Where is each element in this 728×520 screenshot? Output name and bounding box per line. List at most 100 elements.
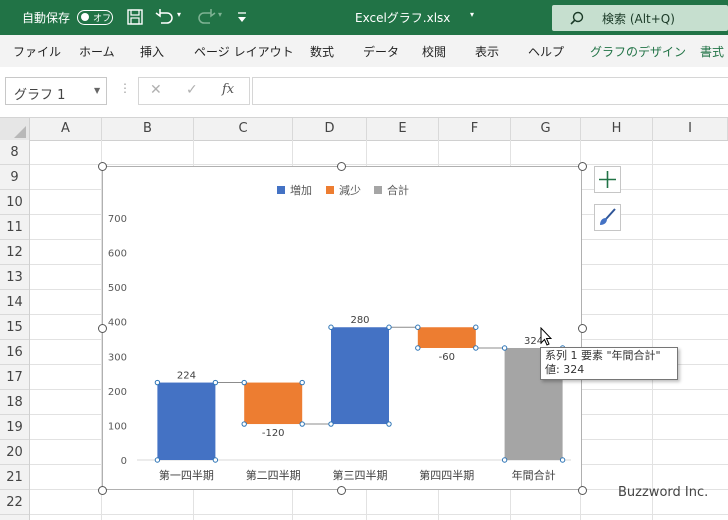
selection-marker xyxy=(241,379,247,386)
row-header[interactable]: 17 xyxy=(0,365,29,390)
chart-elements-button[interactable] xyxy=(594,166,621,193)
category-label: 年間合計 xyxy=(512,468,556,482)
y-tick-label: 100 xyxy=(108,421,127,432)
row-header[interactable]: 14 xyxy=(0,290,29,315)
selection-marker xyxy=(241,421,247,427)
row-header[interactable]: 8 xyxy=(0,140,29,165)
selection-marker xyxy=(386,324,392,330)
column-header-h[interactable]: H xyxy=(581,118,653,140)
tooltip-value-line: 値: 324 xyxy=(545,363,585,376)
row-header[interactable]: 22 xyxy=(0,490,29,515)
insert-function-icon[interactable]: fx xyxy=(222,82,234,97)
resize-handle-left[interactable] xyxy=(98,324,107,333)
data-label: -60 xyxy=(439,352,455,363)
data-point-tooltip: 系列 1 要素 "年間合計" 値: 324 xyxy=(540,347,678,380)
bar-decrease xyxy=(244,382,303,425)
cancel-icon[interactable]: ✕ xyxy=(150,82,162,98)
selection-marker xyxy=(154,379,161,386)
formula-input[interactable] xyxy=(252,77,728,105)
select-all-button[interactable] xyxy=(0,118,30,140)
selection-marker xyxy=(212,379,219,386)
selection-marker xyxy=(559,457,566,463)
category-label: 第四四半期 xyxy=(419,468,474,482)
column-header-d[interactable]: D xyxy=(293,118,367,140)
formula-buttons: ✕ ✓ fx xyxy=(138,77,250,105)
row-header[interactable]: 16 xyxy=(0,340,29,365)
row-header[interactable]: 10 xyxy=(0,190,29,215)
tab-insert[interactable]: 挿入 xyxy=(140,43,164,60)
legend-swatch xyxy=(374,186,382,194)
tab-view[interactable]: 表示 xyxy=(475,43,499,60)
row-header[interactable]: 20 xyxy=(0,440,29,465)
tab-data[interactable]: データ xyxy=(363,43,399,60)
column-header-f[interactable]: F xyxy=(439,118,511,140)
column-header-b[interactable]: B xyxy=(102,118,194,140)
tab-home[interactable]: ホーム xyxy=(79,43,115,60)
tab-format[interactable]: 書式 xyxy=(700,43,724,60)
chart-plot[interactable]: 0 100 200 300 400 500 600 700 増加 減少 合計 224 第一四半期 -120… xyxy=(103,167,581,489)
selection-marker xyxy=(212,457,219,463)
redo-dropdown-icon[interactable]: ▾ xyxy=(218,10,222,19)
resize-handle-top-left[interactable] xyxy=(98,162,107,171)
resize-handle-top[interactable] xyxy=(337,162,346,171)
file-name-dropdown-icon[interactable]: ▾ xyxy=(470,10,474,19)
row-header[interactable]: 11 xyxy=(0,215,29,240)
tab-file[interactable]: ファイル xyxy=(13,43,61,60)
column-header-c[interactable]: C xyxy=(194,118,293,140)
resize-handle-top-right[interactable] xyxy=(578,162,587,171)
customize-toolbar-icon[interactable] xyxy=(236,10,248,24)
row-header[interactable]: 15 xyxy=(0,315,29,340)
row-header[interactable]: 19 xyxy=(0,415,29,440)
tab-help[interactable]: ヘルプ xyxy=(528,43,564,60)
row-header[interactable]: 18 xyxy=(0,390,29,415)
column-headers: A B C D E F G H I xyxy=(0,118,728,141)
tab-chart-design[interactable]: グラフのデザイン xyxy=(590,43,686,60)
selection-marker xyxy=(501,345,508,351)
enter-icon[interactable]: ✓ xyxy=(186,82,198,98)
name-box[interactable]: グラフ 1 ▼ xyxy=(5,77,107,105)
column-header-g[interactable]: G xyxy=(511,118,581,140)
waterfall-chart[interactable]: 0 100 200 300 400 500 600 700 増加 減少 合計 224 第一四半期 -120… xyxy=(102,166,582,490)
row-headers: 8 9 10 11 12 13 14 15 16 17 18 19 20 21 … xyxy=(0,140,30,520)
undo-dropdown-icon[interactable]: ▾ xyxy=(177,10,181,19)
search-icon xyxy=(570,11,584,25)
tab-formulas[interactable]: 数式 xyxy=(310,43,334,60)
undo-icon[interactable] xyxy=(155,8,175,26)
ribbon-tabs: ファイル ホーム 挿入 ページ レイアウト 数式 データ 校閲 表示 ヘルプ グ… xyxy=(0,35,728,68)
resize-handle-bottom[interactable] xyxy=(337,486,346,495)
tab-review[interactable]: 校閲 xyxy=(422,43,446,60)
selection-marker xyxy=(154,457,161,463)
y-tick-label: 600 xyxy=(108,249,127,260)
legend-label: 増加 xyxy=(290,184,312,197)
selection-marker xyxy=(501,457,508,463)
bar-increase xyxy=(331,327,389,425)
watermark: Buzzword Inc. xyxy=(618,485,709,500)
search-box[interactable]: 検索 (Alt+Q) xyxy=(552,5,728,31)
row-header[interactable]: 12 xyxy=(0,240,29,265)
toggle-knob xyxy=(81,13,89,21)
search-label: 検索 (Alt+Q) xyxy=(602,12,675,26)
column-header-i[interactable]: I xyxy=(653,118,728,140)
chart-styles-button[interactable] xyxy=(594,204,621,231)
resize-handle-bottom-right[interactable] xyxy=(578,486,587,495)
selection-marker xyxy=(386,421,392,427)
autosave-label: 自動保存 xyxy=(22,11,71,25)
file-name[interactable]: Excelグラフ.xlsx xyxy=(355,9,450,26)
category-label: 第三四半期 xyxy=(333,468,388,482)
resize-handle-right[interactable] xyxy=(578,324,587,333)
tab-page-layout[interactable]: ページ レイアウト xyxy=(194,43,294,60)
row-header[interactable]: 13 xyxy=(0,265,29,290)
row-header[interactable]: 21 xyxy=(0,465,29,490)
selection-marker xyxy=(473,324,479,330)
redo-icon[interactable] xyxy=(196,8,216,26)
save-icon[interactable] xyxy=(126,8,144,26)
y-tick-label: 700 xyxy=(108,214,127,225)
more-options-icon[interactable]: ⋮ xyxy=(119,81,131,95)
column-header-a[interactable]: A xyxy=(30,118,102,140)
column-header-e[interactable]: E xyxy=(367,118,439,140)
name-box-dropdown-icon[interactable]: ▼ xyxy=(94,86,100,95)
resize-handle-bottom-left[interactable] xyxy=(98,486,107,495)
autosave-toggle[interactable]: オフ xyxy=(77,10,113,25)
selection-marker xyxy=(299,379,305,386)
row-header[interactable]: 9 xyxy=(0,165,29,190)
